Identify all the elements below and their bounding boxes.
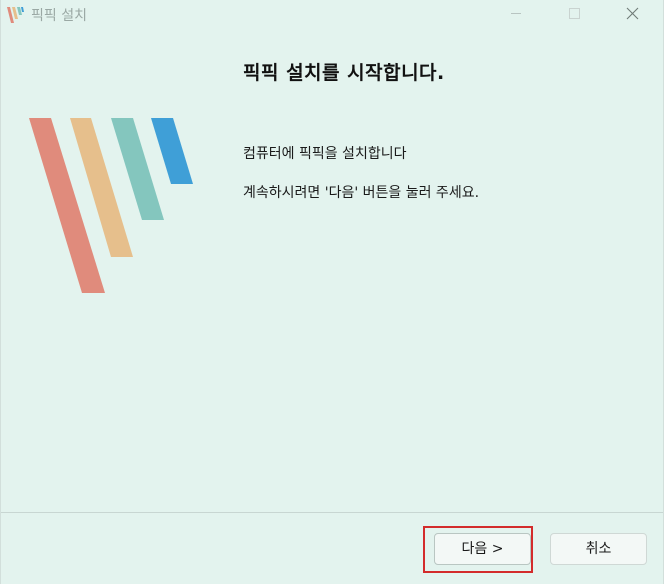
close-button[interactable] xyxy=(609,0,655,28)
logo-stripe-blue xyxy=(151,118,193,184)
footer-divider xyxy=(1,512,663,513)
cancel-button[interactable]: 취소 xyxy=(550,533,647,565)
window-title: 픽픽 설치 xyxy=(31,8,87,24)
title-bar[interactable]: 픽픽 설치 xyxy=(1,0,663,30)
close-icon xyxy=(626,7,639,20)
maximize-button[interactable] xyxy=(551,0,597,28)
app-logo-icon xyxy=(7,7,24,23)
picpick-logo xyxy=(29,118,193,293)
minimize-icon xyxy=(511,13,521,14)
page-title: 픽픽 설치를 시작합니다. xyxy=(243,62,445,84)
maximize-icon xyxy=(569,8,580,19)
installer-window: 픽픽 설치 픽픽 설치를 시작합니다. 컴퓨터에 픽픽을 설치합니다 계속하시려… xyxy=(0,0,664,584)
description-line-2: 계속하시려면 '다음' 버튼을 눌러 주세요. xyxy=(243,185,480,201)
minimize-button[interactable] xyxy=(493,0,539,28)
next-button[interactable]: 다음 > xyxy=(434,533,531,565)
description-line-1: 컴퓨터에 픽픽을 설치합니다 xyxy=(243,146,407,162)
